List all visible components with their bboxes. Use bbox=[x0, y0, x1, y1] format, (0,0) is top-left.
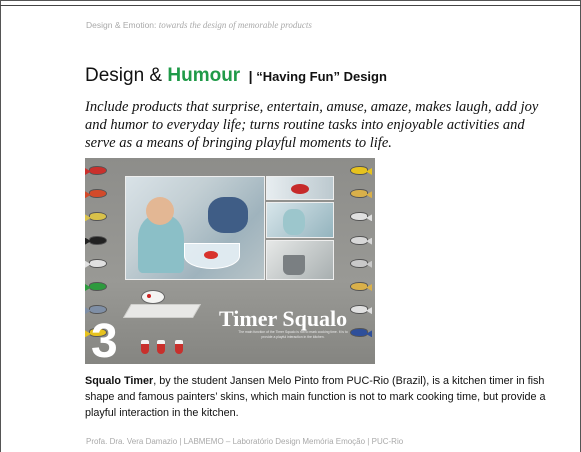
photo-second-child bbox=[208, 197, 248, 233]
fish-timer-icon bbox=[350, 235, 372, 245]
fish-tail-icon bbox=[366, 307, 372, 315]
timer-base bbox=[122, 304, 202, 318]
fish-timer-icon bbox=[89, 189, 107, 199]
title-part-humour: Humour bbox=[167, 65, 241, 86]
small-photo-stove-pot bbox=[266, 240, 334, 280]
running-footer: Profa. Dra. Vera Damazio | LABMEMO – Lab… bbox=[86, 437, 404, 446]
page-title: Design & Humour | “Having Fun” Design bbox=[85, 65, 387, 87]
fish-tail-icon bbox=[366, 237, 372, 245]
timer-pieces bbox=[135, 340, 189, 356]
timer-piece bbox=[175, 340, 183, 354]
figure-number: 3 bbox=[91, 315, 118, 365]
fish-tail-icon bbox=[366, 260, 372, 268]
header-prefix: Design & Emotion: bbox=[86, 20, 159, 30]
timer-device-render bbox=[122, 286, 202, 326]
fish-timer-icon bbox=[350, 212, 372, 222]
fish-timer-icon bbox=[89, 166, 107, 175]
body-text: , by the student Jansen Melo Pinto from … bbox=[85, 375, 546, 419]
fish-timer-icon bbox=[89, 212, 107, 222]
figure-caption: The main function of the Timer Squalo is… bbox=[238, 330, 348, 339]
fish-tail-icon bbox=[366, 214, 372, 222]
fish-timer-icon bbox=[89, 258, 107, 268]
fish-timer-icon bbox=[89, 305, 107, 315]
timer-fish-eye bbox=[147, 294, 151, 298]
fish-timer-icon bbox=[350, 166, 372, 175]
fish-tail-icon bbox=[366, 283, 372, 291]
figure-title: Timer Squalo bbox=[219, 306, 348, 331]
red-fish-shape bbox=[291, 184, 309, 194]
header-subtitle: towards the design of memorable products bbox=[158, 20, 312, 30]
fish-timer-icon bbox=[350, 258, 372, 268]
title-part-design: Design & bbox=[85, 65, 168, 86]
small-photo-red-fish bbox=[266, 176, 334, 200]
timer-fish-body bbox=[141, 290, 165, 304]
title-part-having-fun: “Having Fun” Design bbox=[252, 69, 387, 84]
timer-piece bbox=[141, 340, 149, 354]
right-fish-column bbox=[350, 166, 372, 352]
running-header: Design & Emotion: towards the design of … bbox=[86, 20, 312, 30]
fish-timer-icon bbox=[350, 189, 372, 199]
fish-tail-icon bbox=[366, 330, 372, 338]
body-lead: Squalo Timer bbox=[85, 375, 154, 387]
pot-shape bbox=[283, 255, 305, 275]
photo-child-head bbox=[146, 197, 174, 225]
child-shape bbox=[283, 209, 305, 235]
product-figure: 3 Timer Squalo The main function of the … bbox=[85, 158, 375, 364]
fish-timer-icon bbox=[350, 305, 372, 315]
timer-piece bbox=[157, 340, 165, 354]
fish-timer-icon bbox=[350, 281, 372, 291]
fish-timer-icon bbox=[89, 235, 107, 245]
intro-paragraph: Include products that surprise, entertai… bbox=[85, 99, 539, 151]
top-rule bbox=[0, 0, 581, 6]
fish-tail-icon bbox=[366, 191, 372, 199]
fish-timer-icon bbox=[89, 281, 107, 291]
main-photo-kids-kitchen bbox=[125, 176, 265, 280]
small-photo-child bbox=[266, 202, 334, 238]
photo-red-timer bbox=[204, 251, 218, 259]
body-paragraph: Squalo Timer, by the student Jansen Melo… bbox=[85, 373, 575, 421]
fish-tail-icon bbox=[366, 168, 372, 175]
